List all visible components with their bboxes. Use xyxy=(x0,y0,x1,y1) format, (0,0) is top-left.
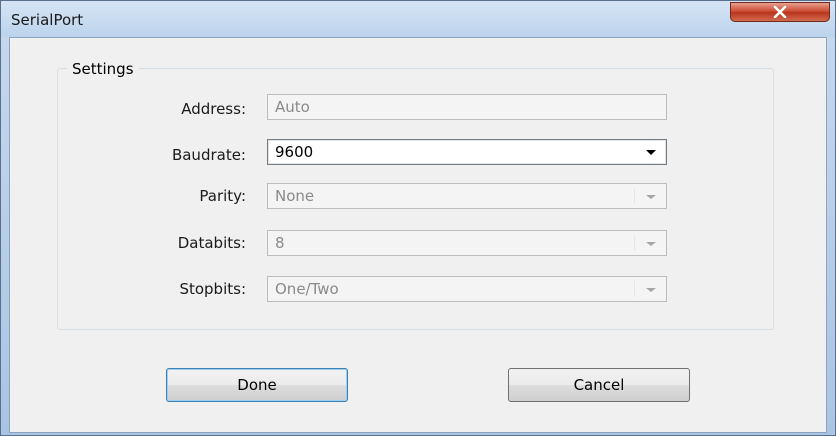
chevron-down-icon[interactable] xyxy=(646,150,656,155)
close-icon xyxy=(773,6,787,18)
parity-label: Parity: xyxy=(199,187,246,205)
dialog-body: Settings Address: Auto Baudrate: 9600 Pa… xyxy=(9,37,827,433)
databits-select[interactable]: 8 xyxy=(267,230,667,256)
parity-select[interactable]: None xyxy=(267,183,667,209)
dropdown-separator xyxy=(634,235,635,251)
serialport-dialog: SerialPort Settings Address: Auto Baudra… xyxy=(0,0,836,436)
settings-group-label: Settings xyxy=(67,60,139,78)
dropdown-separator xyxy=(634,281,635,297)
chevron-down-icon[interactable] xyxy=(646,242,656,246)
baudrate-label: Baudrate: xyxy=(171,146,246,164)
databits-value: 8 xyxy=(275,234,285,252)
baudrate-value: 9600 xyxy=(275,143,314,161)
done-button-label: Done xyxy=(237,376,277,394)
close-button[interactable] xyxy=(730,2,830,22)
stopbits-label: Stopbits: xyxy=(179,280,246,298)
cancel-button[interactable]: Cancel xyxy=(508,368,690,402)
dropdown-separator xyxy=(634,188,635,204)
baudrate-select[interactable]: 9600 xyxy=(267,139,667,165)
address-label: Address: xyxy=(181,100,246,118)
done-button[interactable]: Done xyxy=(166,368,348,402)
databits-label: Databits: xyxy=(177,234,246,252)
title-bar[interactable]: SerialPort xyxy=(1,1,835,37)
window-title: SerialPort xyxy=(11,11,84,29)
parity-value: None xyxy=(275,187,315,205)
address-value: Auto xyxy=(275,98,310,116)
address-field[interactable]: Auto xyxy=(267,94,667,120)
stopbits-select[interactable]: One/Two xyxy=(267,276,667,302)
cancel-button-label: Cancel xyxy=(573,376,625,394)
chevron-down-icon[interactable] xyxy=(646,195,656,199)
stopbits-value: One/Two xyxy=(275,280,339,298)
chevron-down-icon[interactable] xyxy=(646,288,656,292)
